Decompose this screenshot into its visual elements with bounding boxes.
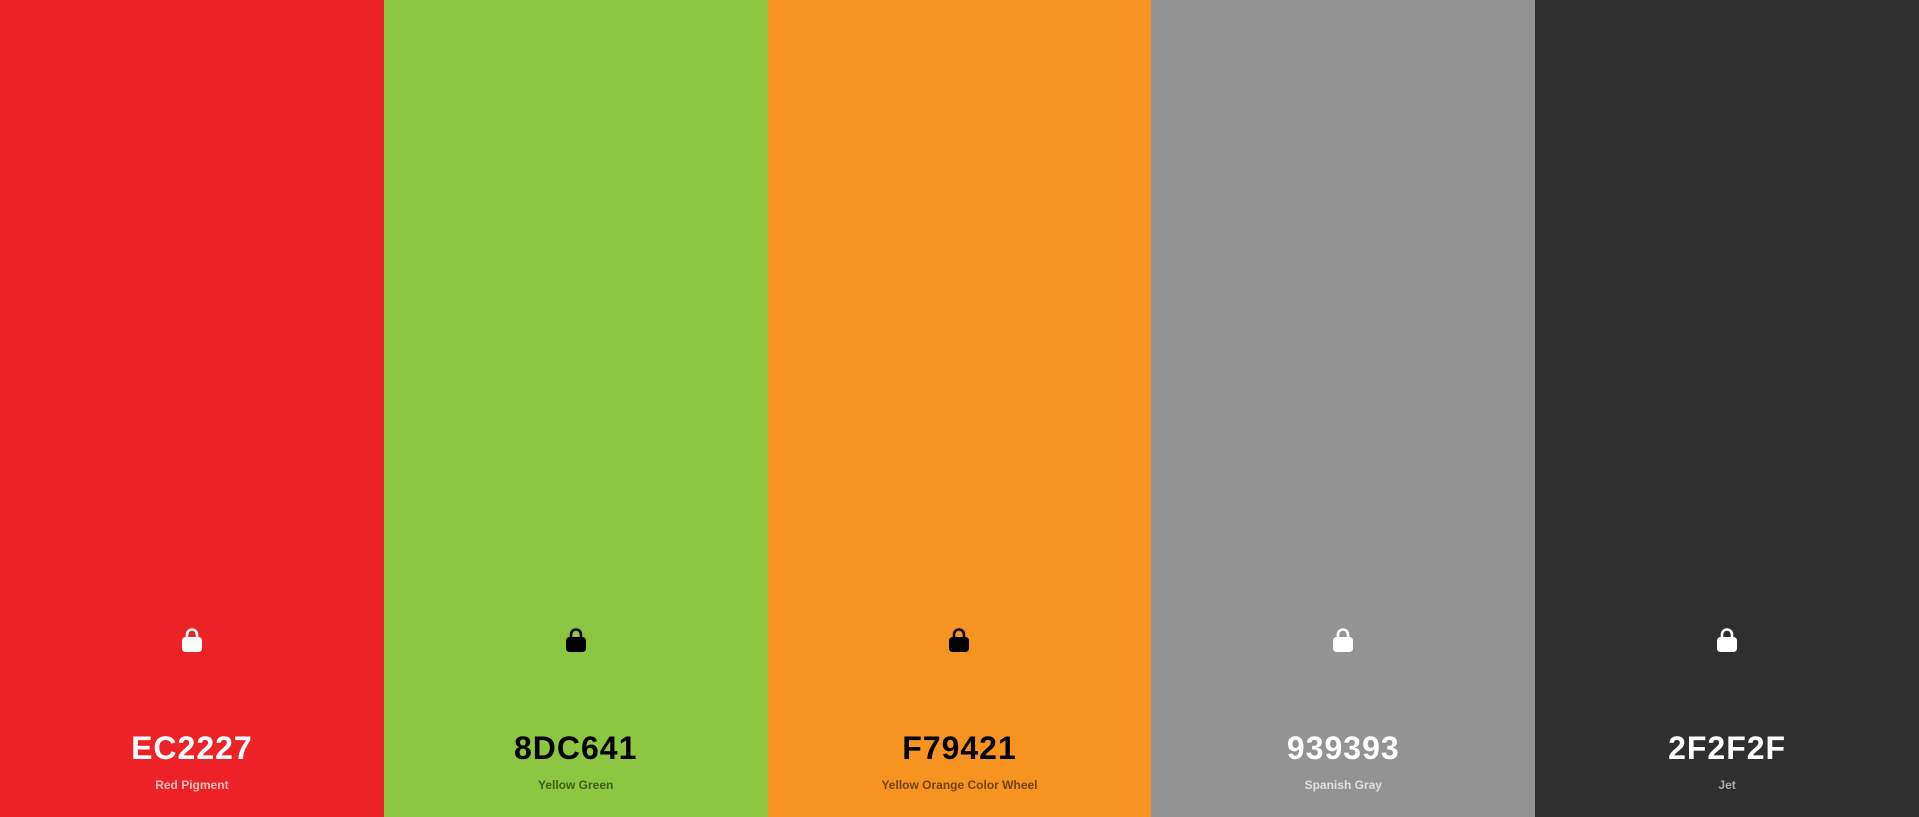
color-swatch-spanish-gray[interactable]: 939393 Spanish Gray (1151, 0, 1536, 817)
swatch-color-name: Red Pigment (155, 778, 229, 792)
lock-icon[interactable] (1716, 627, 1738, 653)
color-swatch-jet[interactable]: 2F2F2F Jet (1535, 0, 1919, 817)
swatch-hex-code[interactable]: F79421 (768, 728, 1152, 768)
swatch-color-name: Spanish Gray (1304, 778, 1382, 792)
lock-icon[interactable] (948, 627, 970, 653)
swatch-color-name: Jet (1718, 778, 1736, 792)
lock-icon[interactable] (565, 627, 587, 653)
swatch-color-name: Yellow Green (538, 778, 614, 792)
color-swatch-red-pigment[interactable]: EC2227 Red Pigment (0, 0, 384, 817)
swatch-hex-code[interactable]: EC2227 (0, 728, 384, 768)
swatch-hex-code[interactable]: 939393 (1151, 728, 1535, 768)
color-swatch-yellow-orange[interactable]: F79421 Yellow Orange Color Wheel (767, 0, 1152, 817)
swatch-hex-code[interactable]: 2F2F2F (1535, 728, 1919, 768)
swatch-color-name: Yellow Orange Color Wheel (881, 778, 1038, 792)
lock-icon[interactable] (181, 627, 203, 653)
lock-icon[interactable] (1332, 627, 1354, 653)
color-palette: EC2227 Red Pigment 8DC641 Yellow Green F… (0, 0, 1919, 817)
color-swatch-yellow-green[interactable]: 8DC641 Yellow Green (383, 0, 768, 817)
swatch-hex-code[interactable]: 8DC641 (384, 728, 768, 768)
